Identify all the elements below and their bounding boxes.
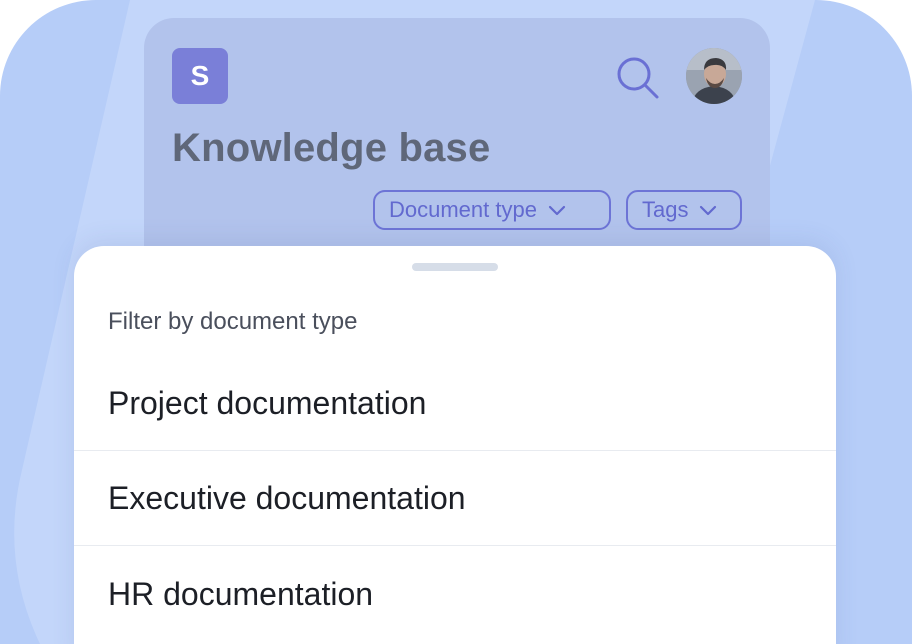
option-hr-documentation[interactable]: HR documentation [74,547,836,641]
chevron-down-icon [548,205,566,216]
tags-filter-label: Tags [642,197,689,222]
document-type-filter-label: Document type [389,197,537,222]
app-logo-letter: S [190,60,210,91]
option-executive-documentation[interactable]: Executive documentation [74,452,836,546]
app-logo[interactable]: S [172,48,228,104]
option-project-documentation[interactable]: Project documentation [74,357,836,451]
search-icon[interactable] [614,54,662,102]
filter-bottom-sheet: Filter by document type Project document… [74,246,836,644]
tags-filter[interactable]: Tags [626,190,742,230]
drag-handle[interactable] [412,263,498,271]
screen-background: S Knowledge base Document type Tags Filt… [0,0,912,644]
option-label: HR documentation [108,575,374,612]
avatar[interactable] [686,48,742,104]
sheet-heading: Filter by document type [108,308,358,335]
chevron-down-icon [700,205,717,216]
option-label: Executive documentation [108,480,466,516]
user-avatar-icon [686,48,742,104]
document-type-filter[interactable]: Document type [373,190,611,230]
page-title: Knowledge base [172,126,491,170]
option-label: Project documentation [108,385,427,421]
